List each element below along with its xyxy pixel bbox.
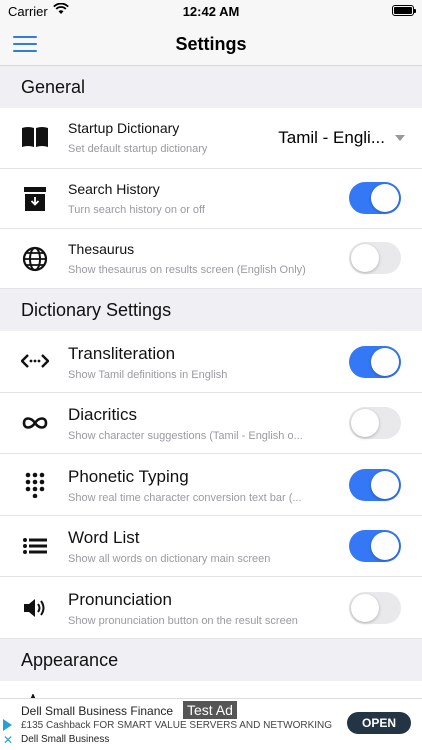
row-diacritics: Diacritics Show character suggestions (T… [0,393,422,454]
search-history-label: Search History [68,181,160,197]
startup-dictionary-value: Tamil - Engli... [278,128,385,147]
row-appearance-partial [0,681,422,698]
search-history-toggle[interactable] [349,182,401,214]
ad-advertiser: Dell Small Business [21,734,110,745]
ad-title: Dell Small Business Finance [21,704,174,718]
globe-icon [20,244,50,274]
section-header-dictionary-settings: Dictionary Settings [21,300,172,320]
code-arrows-icon [20,346,50,376]
diacritics-toggle[interactable] [349,407,401,439]
phonetic-typing-sub: Show real time character conversion text… [68,492,302,504]
row-transliteration: Transliteration Show Tamil definitions i… [0,331,422,393]
transliteration-toggle[interactable] [349,346,401,378]
pronunciation-toggle[interactable] [349,592,401,624]
row-word-list: Word List Show all words on dictionary m… [0,516,422,577]
thesaurus-sub: Show thesaurus on results screen (Englis… [68,264,306,276]
row-search-history: Search History Turn search history on or… [0,169,422,229]
thesaurus-toggle[interactable] [349,242,401,274]
phonetic-typing-toggle[interactable] [349,469,401,501]
section-header-appearance: Appearance [21,650,119,670]
speaker-icon [20,593,50,623]
keypad-icon [20,470,50,500]
startup-dictionary-sub: Set default startup dictionary [68,143,208,155]
pronunciation-label: Pronunciation [68,590,172,609]
navigation-bar: Settings [0,22,422,66]
startup-dictionary-select[interactable]: Tamil - Engli... [278,128,405,148]
status-time: 12:42 AM [182,4,240,19]
phonetic-typing-label: Phonetic Typing [68,467,189,486]
pronunciation-sub: Show pronunciation button on the result … [68,615,298,627]
font-size-icon [20,689,50,698]
archive-icon [20,184,50,214]
diacritics-sub: Show character suggestions (Tamil - Engl… [68,430,303,442]
close-icon[interactable]: ✕ [3,733,13,747]
battery-icon [392,5,416,16]
row-pronunciation: Pronunciation Show pronunciation button … [0,577,422,639]
ad-test-badge: Test Ad [183,701,237,719]
ad-banner[interactable]: ✕ Dell Small Business Finance Test Ad £1… [0,698,422,750]
page-title: Settings [175,34,247,54]
ad-open-button[interactable]: OPEN [347,712,411,734]
diacritics-label: Diacritics [68,405,137,424]
section-header-general: General [21,77,86,97]
row-phonetic-typing: Phonetic Typing Show real time character… [0,454,422,516]
row-thesaurus: Thesaurus Show thesaurus on results scre… [0,229,422,289]
book-icon [20,122,50,152]
transliteration-sub: Show Tamil definitions in English [68,369,228,381]
row-startup-dictionary[interactable]: Startup Dictionary Set default startup d… [0,108,422,169]
status-bar: Carrier 12:42 AM [0,0,422,22]
ad-description: £135 Cashback FOR SMART VALUE SERVERS AN… [21,720,333,731]
word-list-toggle[interactable] [349,530,401,562]
ad-choices-play-icon[interactable] [3,719,12,731]
word-list-label: Word List [68,528,140,547]
infinity-icon [20,408,50,438]
list-icon [20,531,50,561]
chevron-down-icon [395,135,405,141]
word-list-sub: Show all words on dictionary main screen [68,553,271,565]
search-history-sub: Turn search history on or off [68,204,205,216]
startup-dictionary-label: Startup Dictionary [68,120,180,136]
thesaurus-label: Thesaurus [68,241,135,257]
transliteration-label: Transliteration [68,344,176,363]
